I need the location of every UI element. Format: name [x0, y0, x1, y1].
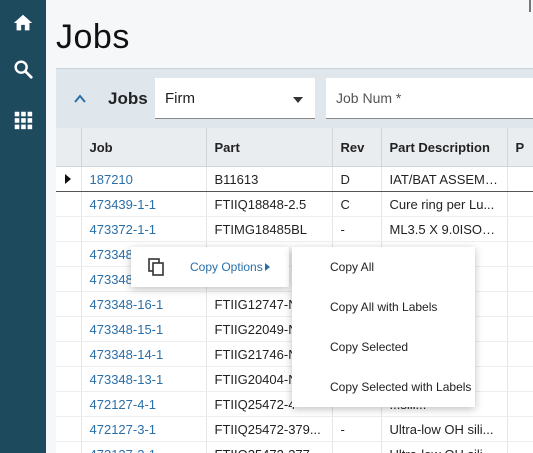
- jobs-filter-bar: Jobs Firm: [56, 68, 533, 129]
- p-cell: [507, 416, 533, 442]
- row-selector[interactable]: [56, 441, 82, 453]
- p-cell: [507, 241, 533, 267]
- home-button[interactable]: [0, 0, 46, 46]
- apps-button[interactable]: [0, 97, 46, 143]
- p-cell: [507, 266, 533, 292]
- p-cell: [507, 341, 533, 367]
- job-num-input[interactable]: [326, 78, 533, 119]
- p-cell: [507, 316, 533, 342]
- firm-dropdown[interactable]: Firm: [155, 78, 315, 119]
- row-selector[interactable]: [56, 291, 82, 317]
- copy-options-menu-item[interactable]: Copy Options: [131, 247, 289, 287]
- rev-cell: -: [332, 441, 382, 453]
- context-menu: Copy Options: [131, 247, 289, 287]
- part-cell: FTIIQ18848-2.5: [206, 191, 333, 217]
- job-link[interactable]: 473348: [90, 247, 133, 262]
- row-selector[interactable]: [56, 391, 82, 417]
- copy-selected-with-labels-menu-item[interactable]: Copy Selected with Labels: [292, 367, 475, 407]
- row-selector-header: [56, 128, 82, 167]
- part-cell: FTIIQ25472-379...: [206, 416, 333, 442]
- row-selector[interactable]: [56, 191, 82, 217]
- p-cell: [507, 291, 533, 317]
- rev-cell: -: [332, 416, 382, 442]
- column-header-job[interactable]: Job: [81, 128, 207, 167]
- job-link[interactable]: 187210: [90, 172, 133, 187]
- row-selector[interactable]: [56, 241, 82, 267]
- p-cell: [507, 216, 533, 242]
- table-row[interactable]: 472127-2-1 FTIIQ25472-377... - Ultra-low…: [56, 441, 533, 453]
- copy-options-submenu: Copy All Copy All with Labels Copy Selec…: [292, 247, 475, 407]
- table-row[interactable]: 187210 B11613 D IAT/BAT ASSEMB...: [56, 166, 533, 192]
- p-cell: [507, 441, 533, 453]
- left-nav: [0, 0, 46, 453]
- current-row-arrow-icon: [65, 173, 72, 184]
- grid-header-row: Job Part Rev Part Description P: [56, 128, 533, 167]
- jobs-section-label: Jobs: [108, 89, 148, 108]
- row-selector[interactable]: [56, 166, 82, 192]
- column-header-rev[interactable]: Rev: [332, 128, 382, 167]
- search-icon: [14, 60, 33, 79]
- firm-dropdown-value: Firm: [165, 90, 195, 107]
- copy-selected-with-labels-label: Copy Selected with Labels: [330, 380, 472, 394]
- copy-all-menu-item[interactable]: Copy All: [292, 247, 475, 287]
- job-link[interactable]: 472127-4-1: [90, 397, 157, 412]
- caret-down-icon: [293, 97, 303, 103]
- rev-cell: D: [332, 166, 382, 192]
- submenu-arrow-icon: [265, 263, 270, 271]
- row-selector[interactable]: [56, 366, 82, 392]
- description-cell: IAT/BAT ASSEMB...: [381, 166, 508, 192]
- apps-grid-icon: [14, 111, 33, 130]
- collapse-button[interactable]: [68, 87, 92, 111]
- rev-cell: -: [332, 216, 382, 242]
- description-cell: Ultra-low OH sili...: [381, 416, 508, 442]
- table-row[interactable]: 473372-1-1 FTIMG18485BL - ML3.5 X 9.0ISO…: [56, 216, 533, 242]
- description-cell: ML3.5 X 9.0ISOL...: [381, 216, 508, 242]
- table-row[interactable]: 472127-3-1 FTIIQ25472-379... - Ultra-low…: [56, 416, 533, 442]
- p-cell: [507, 366, 533, 392]
- home-icon: [13, 14, 33, 31]
- search-button[interactable]: [0, 46, 46, 92]
- job-link[interactable]: 472127-3-1: [90, 422, 157, 437]
- job-link[interactable]: 473439-1-1: [90, 197, 157, 212]
- window-edge: [529, 0, 531, 12]
- rev-cell: C: [332, 191, 382, 217]
- job-link[interactable]: 473348-16-1: [90, 297, 164, 312]
- job-link[interactable]: 473348-14-1: [90, 347, 164, 362]
- copy-selected-label: Copy Selected: [330, 340, 409, 354]
- p-cell: [507, 166, 533, 192]
- job-link[interactable]: 473372-1-1: [90, 222, 157, 237]
- row-selector[interactable]: [56, 266, 82, 292]
- row-selector[interactable]: [56, 341, 82, 367]
- part-cell: FTIIQ25472-377...: [206, 441, 333, 453]
- row-selector[interactable]: [56, 316, 82, 342]
- description-cell: Cure ring per Lu...: [381, 191, 508, 217]
- job-link[interactable]: 473348: [90, 272, 133, 287]
- job-link[interactable]: 473348-15-1: [90, 322, 164, 337]
- row-selector[interactable]: [56, 416, 82, 442]
- column-header-part-description[interactable]: Part Description: [381, 128, 508, 167]
- copy-options-label: Copy Options: [190, 260, 263, 274]
- copy-selected-menu-item[interactable]: Copy Selected: [292, 327, 475, 367]
- job-link[interactable]: 473348-13-1: [90, 372, 164, 387]
- copy-all-with-labels-menu-item[interactable]: Copy All with Labels: [292, 287, 475, 327]
- p-cell: [507, 191, 533, 217]
- page-title: Jobs: [56, 18, 130, 56]
- copy-icon: [148, 258, 164, 276]
- copy-all-label: Copy All: [330, 260, 375, 274]
- chevron-up-icon: [74, 94, 86, 103]
- row-selector[interactable]: [56, 216, 82, 242]
- copy-all-with-labels-label: Copy All with Labels: [330, 300, 438, 314]
- table-row[interactable]: 473439-1-1 FTIIQ18848-2.5 C Cure ring pe…: [56, 191, 533, 217]
- part-cell: FTIMG18485BL: [206, 216, 333, 242]
- column-header-p[interactable]: P: [507, 128, 533, 167]
- part-cell: B11613: [206, 166, 333, 192]
- p-cell: [507, 391, 533, 417]
- description-cell: Ultra-low OH sili...: [381, 441, 508, 453]
- column-header-part[interactable]: Part: [206, 128, 333, 167]
- job-link[interactable]: 472127-2-1: [90, 447, 157, 453]
